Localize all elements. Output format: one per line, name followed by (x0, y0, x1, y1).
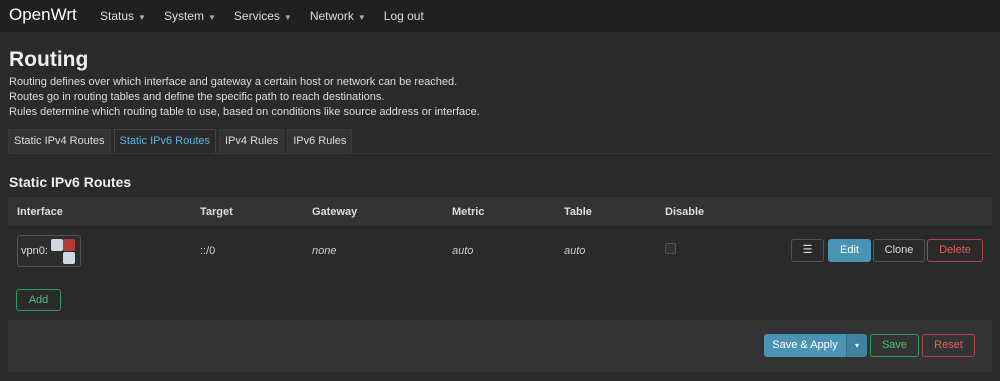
page-description: Routing defines over which interface and… (9, 75, 480, 120)
nav-services-label: Services (233, 9, 280, 23)
tab-static-ipv6-routes[interactable]: Static IPv6 Routes (113, 129, 216, 153)
column-header-interface: Interface (17, 206, 63, 218)
save-apply-dropdown-button[interactable]: ▾ (846, 334, 867, 357)
interface-badge: vpn0: (17, 235, 81, 267)
drag-sort-button[interactable]: ☰ (791, 239, 824, 262)
nav-logout[interactable]: Log out (384, 9, 424, 23)
cell-gateway: none (312, 245, 337, 257)
reset-button[interactable]: Reset (922, 334, 975, 357)
delete-button[interactable]: Delete (927, 239, 983, 262)
nav-network[interactable]: Network ▼ (310, 9, 366, 23)
tab-static-ipv4-routes[interactable]: Static IPv4 Routes (8, 129, 111, 153)
section-title: Static IPv6 Routes (9, 174, 132, 190)
column-header-metric: Metric (452, 206, 485, 218)
table-header: Interface Target Gateway Metric Table Di… (8, 197, 992, 227)
column-header-target: Target (200, 206, 233, 218)
nav-system-label: System (163, 9, 204, 23)
cell-table: auto (564, 245, 586, 257)
top-navbar: OpenWrt Status ▼ System ▼ Services ▼ Networ… (0, 0, 1000, 32)
nav-system[interactable]: System ▼ (164, 9, 216, 23)
cell-target: ::/0 (200, 245, 216, 257)
tunnel-icon (63, 239, 75, 251)
tab-divider (8, 153, 992, 154)
nav-logout-label: Log out (383, 9, 424, 23)
column-header-disable: Disable (665, 206, 705, 218)
chevron-down-icon: ▼ (138, 13, 146, 22)
network-port-icon (63, 252, 75, 264)
save-button[interactable]: Save (870, 334, 919, 357)
description-line: Routing defines over which interface and… (9, 76, 458, 88)
chevron-down-icon: ▼ (357, 13, 366, 22)
tab-ipv4-rules[interactable]: IPv4 Rules (219, 129, 285, 153)
clone-button[interactable]: Clone (873, 239, 925, 262)
chevron-down-icon: ▼ (283, 13, 292, 22)
tab-bar: Static IPv4 Routes Static IPv6 Routes IP… (8, 129, 355, 153)
nav-status-label: Status (100, 9, 135, 23)
save-apply-button[interactable]: Save & Apply (764, 334, 846, 357)
tab-ipv6-rules[interactable]: IPv6 Rules (287, 129, 353, 153)
page-title: Routing (9, 48, 89, 71)
table-row: vpn0: ::/0 none auto auto ☰ Edit Clone D… (8, 228, 992, 274)
nav-status[interactable]: Status ▼ (100, 9, 146, 23)
interface-name: vpn0: (21, 245, 48, 257)
main-nav: Status ▼ System ▼ Services ▼ Network ▼ Log o… (100, 0, 442, 32)
description-line: Routes go in routing tables and define t… (9, 91, 385, 103)
disable-checkbox[interactable] (665, 243, 676, 254)
column-header-table: Table (564, 206, 592, 218)
column-header-gateway: Gateway (312, 206, 358, 218)
add-route-button[interactable]: Add (16, 289, 61, 311)
network-port-icon (51, 239, 63, 251)
cell-metric: auto (452, 245, 474, 257)
description-line: Rules determine which routing table to u… (9, 106, 480, 118)
edit-button[interactable]: Edit (828, 239, 871, 262)
chevron-down-icon: ▼ (207, 13, 216, 22)
nav-services[interactable]: Services ▼ (234, 9, 292, 23)
nav-network-label: Network (309, 9, 354, 23)
brand-logo[interactable]: OpenWrt (9, 5, 77, 25)
